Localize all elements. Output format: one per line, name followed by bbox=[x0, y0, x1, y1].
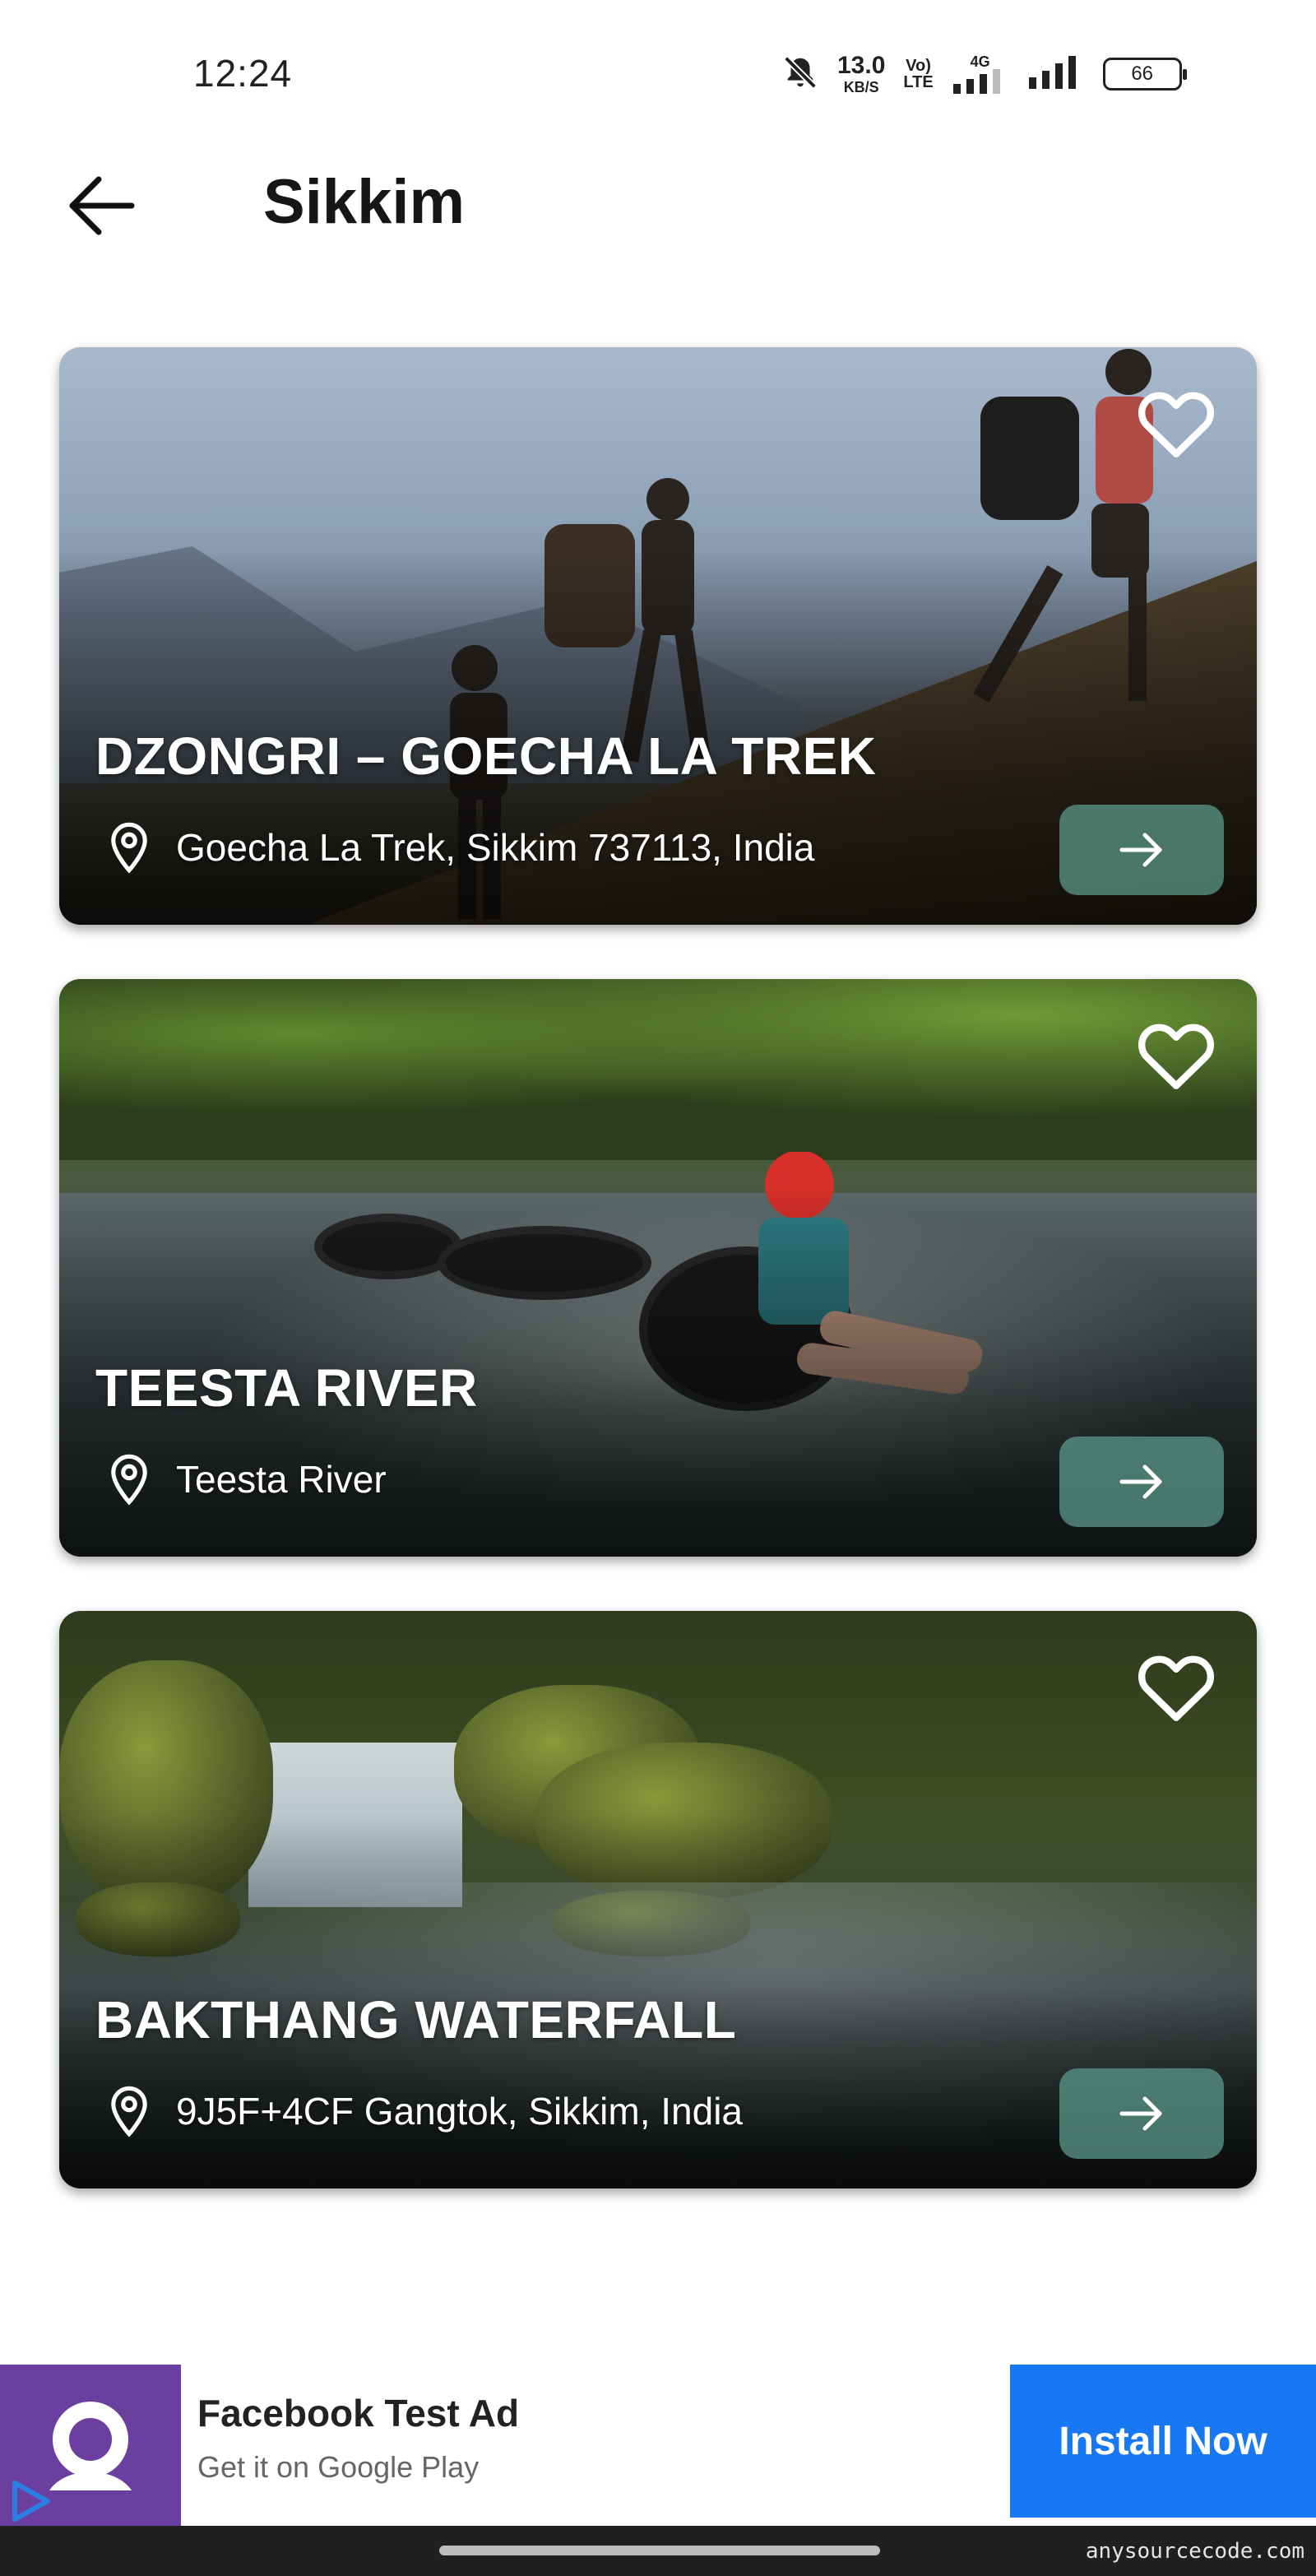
place-card[interactable]: DZONGRI – GOECHA LA TREK Goecha La Trek,… bbox=[59, 347, 1257, 925]
map-pin-icon bbox=[111, 2086, 147, 2137]
arrow-right-icon bbox=[1119, 2096, 1162, 2131]
place-title: TEESTA RIVER bbox=[95, 1358, 478, 1418]
network-speed: 13.0 KB/S bbox=[837, 53, 885, 95]
network-type: 4G bbox=[970, 53, 990, 70]
volte-bottom: LTE bbox=[903, 73, 934, 91]
install-now-button[interactable]: Install Now bbox=[1010, 2365, 1316, 2518]
place-location: Teesta River bbox=[107, 1453, 387, 1506]
back-button[interactable] bbox=[66, 173, 140, 239]
place-location: 9J5F+4CF Gangtok, Sikkim, India bbox=[107, 2085, 743, 2137]
home-indicator[interactable] bbox=[439, 2546, 880, 2555]
ad-subtitle: Get it on Google Play bbox=[197, 2450, 480, 2484]
ad-banner[interactable]: Facebook Test Ad Get it on Google Play I… bbox=[0, 2365, 1316, 2526]
volte-top: Vo) bbox=[906, 57, 931, 75]
favorite-button[interactable] bbox=[1133, 1015, 1219, 1091]
place-title: BAKTHANG WATERFALL bbox=[95, 1990, 737, 2049]
arrow-left-icon bbox=[69, 176, 135, 235]
open-place-button[interactable] bbox=[1059, 2068, 1224, 2159]
system-nav-bar: anysourcecode.com bbox=[0, 2526, 1316, 2576]
place-location: Goecha La Trek, Sikkim 737113, India bbox=[107, 821, 814, 874]
status-time: 12:24 bbox=[193, 52, 293, 95]
arrow-right-icon bbox=[1119, 1464, 1162, 1499]
adchoices-icon[interactable] bbox=[5, 2476, 54, 2526]
ad-title: Facebook Test Ad bbox=[197, 2392, 520, 2434]
signal-icon bbox=[1027, 55, 1085, 93]
status-bar: 12:24 13.0 KB/S Vo) LTE 4G 66 bbox=[0, 0, 1316, 148]
map-pin-icon bbox=[111, 1454, 147, 1506]
heart-outline-icon bbox=[1138, 1023, 1214, 1089]
place-card[interactable]: TEESTA RIVER Teesta River bbox=[59, 979, 1257, 1557]
net-speed-unit: KB/S bbox=[843, 79, 879, 95]
app-header: Sikkim bbox=[0, 148, 1316, 263]
mute-bell-icon bbox=[781, 53, 819, 95]
favorite-button[interactable] bbox=[1133, 1647, 1219, 1723]
place-card[interactable]: BAKTHANG WATERFALL 9J5F+4CF Gangtok, Sik… bbox=[59, 1611, 1257, 2188]
heart-outline-icon bbox=[1138, 392, 1214, 457]
favorite-button[interactable] bbox=[1133, 383, 1219, 459]
place-location-text: Teesta River bbox=[176, 1458, 387, 1501]
place-location-text: Goecha La Trek, Sikkim 737113, India bbox=[176, 826, 815, 869]
signal-icon: 4G bbox=[952, 54, 1009, 94]
volte-indicator: Vo) LTE bbox=[903, 58, 933, 91]
net-speed-value: 13.0 bbox=[837, 52, 886, 79]
open-place-button[interactable] bbox=[1059, 805, 1224, 895]
map-pin-icon bbox=[111, 822, 147, 874]
place-title: DZONGRI – GOECHA LA TREK bbox=[95, 726, 877, 786]
status-icons: 13.0 KB/S Vo) LTE 4G 66 bbox=[781, 49, 1187, 99]
battery-icon: 66 bbox=[1102, 58, 1187, 91]
heart-outline-icon bbox=[1138, 1655, 1214, 1721]
place-location-text: 9J5F+4CF Gangtok, Sikkim, India bbox=[176, 2090, 744, 2133]
page-title: Sikkim bbox=[263, 167, 466, 237]
arrow-right-icon bbox=[1119, 833, 1162, 867]
watermark: anysourcecode.com bbox=[1085, 2539, 1304, 2564]
open-place-button[interactable] bbox=[1059, 1437, 1224, 1527]
